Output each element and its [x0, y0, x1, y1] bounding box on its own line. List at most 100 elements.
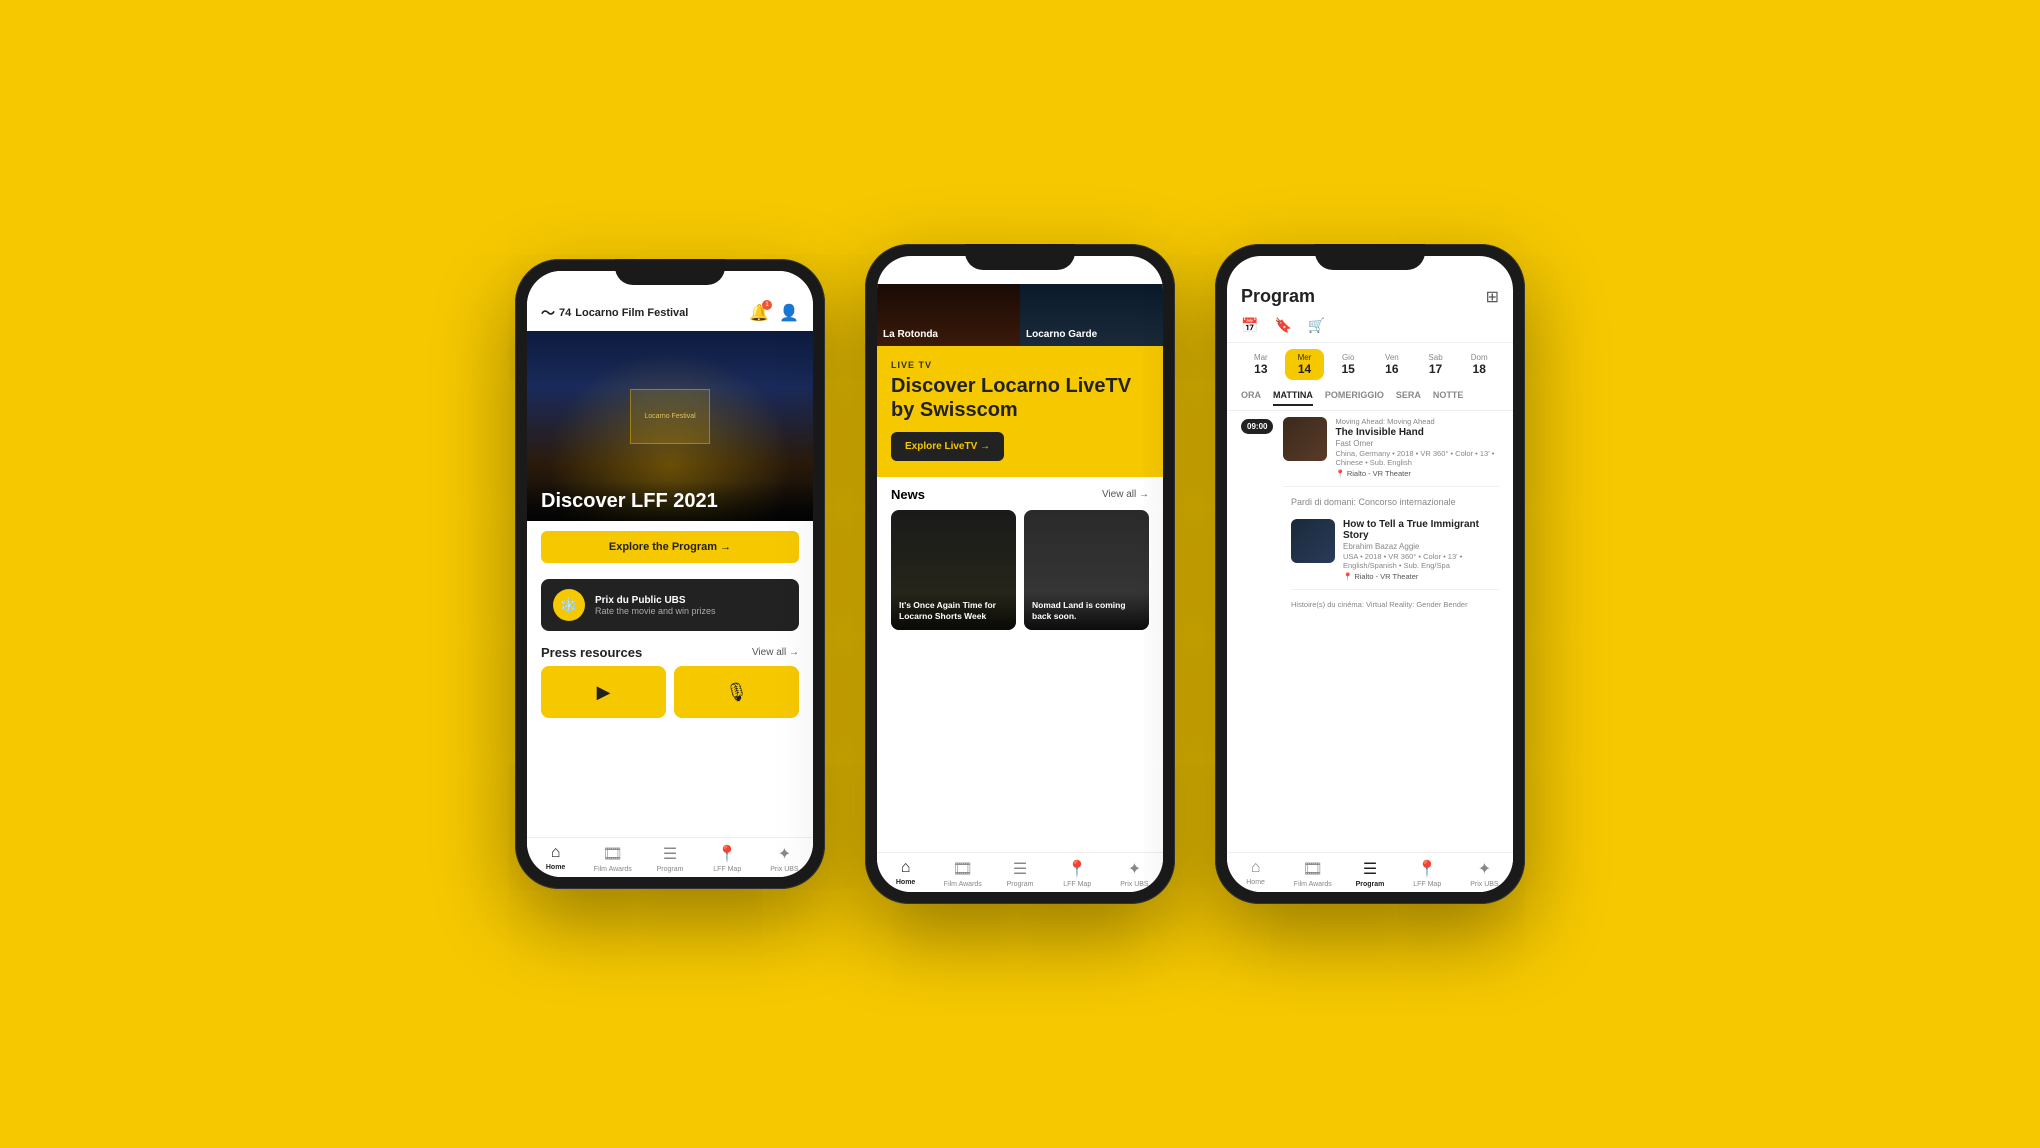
day-gio-num: 15: [1342, 362, 1355, 376]
prix-banner[interactable]: ❄️ Prix du Public UBS Rate the movie and…: [541, 579, 799, 631]
explore-livetv-button[interactable]: Explore LiveTV →: [891, 432, 1004, 461]
tab-bookmark[interactable]: 🔖: [1274, 317, 1291, 334]
p2-home-icon: ⌂: [901, 859, 911, 877]
press-resources-title: Press resources: [541, 645, 642, 660]
p3-nav-home-label: Home: [1246, 879, 1265, 886]
notification-button[interactable]: 🔔 1: [749, 303, 769, 323]
phone-2-screen: La Rotonda Locarno Garde LIVE TV Discove…: [877, 256, 1163, 892]
event-3-category-wrap: Histoire(s) du cinéma: Virtual Reality: …: [1241, 600, 1499, 609]
phone-3: Program ⊞ 📅 🔖 🛒 Mar 13 Mer 14: [1215, 244, 1525, 904]
press-card-video[interactable]: ▶: [541, 666, 666, 718]
news-card-1-text: It's Once Again Time for Locarno Shorts …: [899, 600, 1008, 622]
profile-icon[interactable]: 👤: [779, 303, 799, 323]
day-dom-18[interactable]: Dom 18: [1459, 349, 1499, 380]
days-selector: Mar 13 Mer 14 Gio 15 Ven 16 Sab 17: [1227, 343, 1513, 386]
nav-program[interactable]: ☰ Program: [641, 844, 698, 873]
event-info-1: Moving Ahead: Moving Ahead The Invisible…: [1335, 417, 1499, 478]
p3-nav-lff-map-label: LFF Map: [1413, 881, 1441, 888]
day-mar-13[interactable]: Mar 13: [1241, 349, 1281, 380]
time-filter: ORA MATTINA POMERIGGIO SERA NOTTE: [1227, 386, 1513, 411]
event-list-event2: Pardi di domani: Concorso internazionale…: [1291, 497, 1499, 590]
phone-3-notch: [1315, 244, 1425, 270]
day-gio-name: Gio: [1342, 353, 1354, 362]
p3-nav-program-label: Program: [1356, 881, 1385, 888]
p3-nav-film-awards[interactable]: 🎞 Film Awards: [1284, 859, 1341, 888]
venue-card-garde: Locarno Garde: [1020, 284, 1163, 346]
day-mar-name: Mar: [1254, 353, 1268, 362]
press-resources-header: Press resources View all →: [541, 645, 799, 660]
location-pin-icon: 📍: [1335, 469, 1344, 478]
day-mer-14[interactable]: Mer 14: [1285, 349, 1325, 380]
nav-film-awards[interactable]: 🎞 Film Awards: [584, 844, 641, 873]
mic-icon: 🎙: [725, 682, 748, 703]
press-view-all[interactable]: View all →: [752, 647, 799, 658]
p3-nav-lff-map[interactable]: 📍 LFF Map: [1399, 859, 1456, 888]
phone-1-logo: 〜 74 Locarno Film Festival: [541, 303, 688, 323]
news-view-all[interactable]: View all →: [1102, 489, 1149, 500]
day-mar-num: 13: [1254, 362, 1267, 376]
event-immigrant-story[interactable]: How to Tell a True Immigrant Story Ebrah…: [1291, 519, 1499, 590]
time-ora[interactable]: ORA: [1241, 390, 1261, 406]
event-location-1: 📍 Rialto - VR Theater: [1335, 469, 1499, 478]
day-sab-17[interactable]: Sab 17: [1416, 349, 1456, 380]
p3-nav-program[interactable]: ☰ Program: [1341, 859, 1398, 888]
time-notte[interactable]: NOTTE: [1433, 390, 1464, 406]
p3-nav-home[interactable]: ⌂ Home: [1227, 859, 1284, 888]
hero-screen-text: Locarno Festival: [644, 413, 695, 420]
event-location-text-1: Rialto - VR Theater: [1347, 469, 1411, 478]
p2-nav-prix-ubs[interactable]: ✦ Prix UBS: [1106, 859, 1163, 888]
hero-overlay: Discover LFF 2021: [527, 481, 813, 521]
phone-2: La Rotonda Locarno Garde LIVE TV Discove…: [865, 244, 1175, 904]
program-page-title: Program: [1241, 286, 1315, 307]
time-mattina[interactable]: MATTINA: [1273, 390, 1313, 406]
p2-nav-lff-map[interactable]: 📍 LFF Map: [1049, 859, 1106, 888]
nav-prix-ubs[interactable]: ✦ Prix UBS: [756, 844, 813, 873]
event-sub-1: Fast Omer: [1335, 439, 1499, 448]
nav-home-label: Home: [546, 864, 565, 871]
p2-nav-home[interactable]: ⌂ Home: [877, 859, 934, 888]
live-tag: LIVE TV: [891, 360, 1149, 370]
time-sera[interactable]: SERA: [1396, 390, 1421, 406]
phone-1-hero: Locarno Festival Discover LFF 2021: [527, 331, 813, 521]
event-section-2: Pardi di domani: Concorso internazionale: [1291, 497, 1499, 507]
news-card-2[interactable]: Nomad Land is coming back soon.: [1024, 510, 1149, 630]
event-meta-1: China, Germany • 2018 • VR 360° • Color …: [1335, 449, 1499, 467]
p2-nav-film-awards[interactable]: 🎞 Film Awards: [934, 859, 991, 888]
logo-number: 74: [559, 307, 571, 319]
event-thumb-2: [1291, 519, 1335, 563]
nav-lff-map[interactable]: 📍 LFF Map: [699, 844, 756, 873]
venue-garde-label: Locarno Garde: [1026, 329, 1097, 340]
day-gio-15[interactable]: Gio 15: [1328, 349, 1368, 380]
p2-nav-home-label: Home: [896, 879, 915, 886]
event-sub-2: Ebrahim Bazaz Aggie: [1343, 542, 1499, 551]
news-card-2-overlay: Nomad Land is coming back soon.: [1024, 592, 1149, 630]
p3-nav-prix-ubs-label: Prix UBS: [1470, 881, 1498, 888]
news-card-1[interactable]: It's Once Again Time for Locarno Shorts …: [891, 510, 1016, 630]
prix-title: Prix du Public UBS: [595, 595, 716, 606]
day-ven-16[interactable]: Ven 16: [1372, 349, 1412, 380]
p2-nav-prix-ubs-label: Prix UBS: [1120, 881, 1148, 888]
time-pomeriggio[interactable]: POMERIGGIO: [1325, 390, 1384, 406]
phone-1: 〜 74 Locarno Film Festival 🔔 1 👤 Locarno: [515, 259, 825, 889]
nav-home[interactable]: ⌂ Home: [527, 844, 584, 873]
time-slot-event2: Pardi di domani: Concorso internazionale…: [1241, 497, 1499, 590]
event-title-1: The Invisible Hand: [1335, 427, 1499, 438]
news-card-2-text: Nomad Land is coming back soon.: [1032, 600, 1141, 622]
phone-1-bottom-nav: ⌂ Home 🎞 Film Awards ☰ Program 📍 LFF Map…: [527, 837, 813, 877]
phone-2-content: La Rotonda Locarno Garde LIVE TV Discove…: [877, 256, 1163, 892]
explore-program-button[interactable]: Explore the Program →: [541, 531, 799, 563]
program-icon: ☰: [663, 844, 677, 864]
news-cards-row: It's Once Again Time for Locarno Shorts …: [891, 510, 1149, 630]
phone-1-screen: 〜 74 Locarno Film Festival 🔔 1 👤 Locarno: [527, 271, 813, 877]
notification-badge: 1: [762, 300, 772, 310]
p3-nav-prix-ubs[interactable]: ✦ Prix UBS: [1456, 859, 1513, 888]
film-awards-icon: 🎞: [603, 844, 623, 864]
p2-nav-program[interactable]: ☰ Program: [991, 859, 1048, 888]
filter-icon[interactable]: ⊞: [1486, 287, 1499, 307]
event-invisible-hand[interactable]: Moving Ahead: Moving Ahead The Invisible…: [1283, 417, 1499, 487]
nav-program-label: Program: [657, 866, 684, 873]
tab-calendar[interactable]: 📅: [1241, 317, 1258, 334]
tab-cart[interactable]: 🛒: [1308, 317, 1325, 334]
news-card-1-overlay: It's Once Again Time for Locarno Shorts …: [891, 592, 1016, 630]
press-card-audio[interactable]: 🎙: [674, 666, 799, 718]
